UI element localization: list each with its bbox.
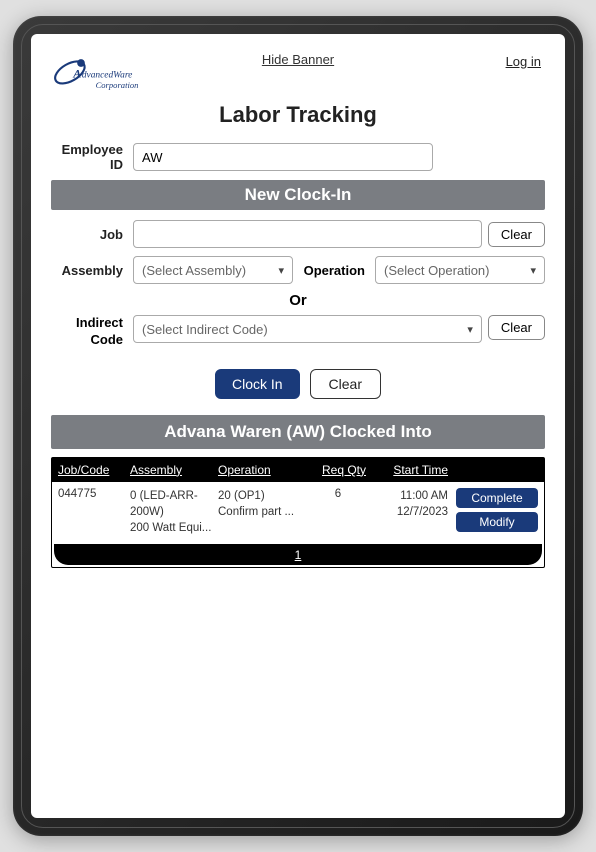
table-header: Job/Code Assembly Operation Req Qty Star… <box>52 458 544 482</box>
indirect-code-value: (Select Indirect Code) <box>142 322 268 337</box>
modify-button[interactable]: Modify <box>456 512 538 532</box>
table-row: 044775 0 (LED-ARR-200W) 200 Watt Equi...… <box>52 482 544 542</box>
page-title: Labor Tracking <box>51 102 545 128</box>
operation-select[interactable]: (Select Operation) <box>375 256 545 284</box>
hide-banner-link[interactable]: Hide Banner <box>262 52 334 67</box>
job-clear-button[interactable]: Clear <box>488 222 545 247</box>
company-logo: A dvancedWare Corporation <box>51 52 171 98</box>
col-start-time[interactable]: Start Time <box>376 463 448 477</box>
assembly-select[interactable]: (Select Assembly) <box>133 256 293 284</box>
operation-label: Operation <box>303 263 375 278</box>
or-divider: Or <box>51 292 545 309</box>
cell-req-qty: 6 <box>310 488 366 536</box>
assembly-select-value: (Select Assembly) <box>142 263 246 278</box>
cell-operation: 20 (OP1) Confirm part ... <box>218 488 310 536</box>
employee-id-input[interactable] <box>133 143 433 171</box>
employee-id-label: Employee ID <box>51 142 133 172</box>
cell-assembly: 0 (LED-ARR-200W) 200 Watt Equi... <box>130 488 218 536</box>
indirect-code-label: Indirect Code <box>51 315 133 349</box>
clear-all-button[interactable]: Clear <box>310 369 381 399</box>
clocked-into-header: Advana Waren (AW) Clocked Into <box>51 415 545 449</box>
indirect-clear-button[interactable]: Clear <box>488 315 545 340</box>
indirect-code-select[interactable]: (Select Indirect Code) <box>133 315 482 343</box>
login-link[interactable]: Log in <box>506 54 541 69</box>
tablet-frame: Hide Banner Log in A dvancedWare Corpora… <box>13 16 583 836</box>
svg-text:A: A <box>72 67 81 81</box>
cell-start: 11:00 AM 12/7/2023 <box>376 488 448 536</box>
job-input[interactable] <box>133 220 482 248</box>
col-req-qty[interactable]: Req Qty <box>310 463 366 477</box>
col-operation[interactable]: Operation <box>218 463 310 477</box>
cell-job: 044775 <box>58 488 130 536</box>
new-clockin-header: New Clock-In <box>51 180 545 210</box>
clock-in-button[interactable]: Clock In <box>215 369 300 399</box>
operation-select-value: (Select Operation) <box>384 263 490 278</box>
complete-button[interactable]: Complete <box>456 488 538 508</box>
col-job[interactable]: Job/Code <box>58 463 130 477</box>
clocked-table: Job/Code Assembly Operation Req Qty Star… <box>51 457 545 568</box>
table-pagination[interactable]: 1 <box>54 544 542 565</box>
job-label: Job <box>51 227 133 242</box>
col-assembly[interactable]: Assembly <box>130 463 218 477</box>
app-screen: Hide Banner Log in A dvancedWare Corpora… <box>31 34 565 818</box>
svg-text:Corporation: Corporation <box>96 80 139 90</box>
assembly-label: Assembly <box>51 263 133 278</box>
